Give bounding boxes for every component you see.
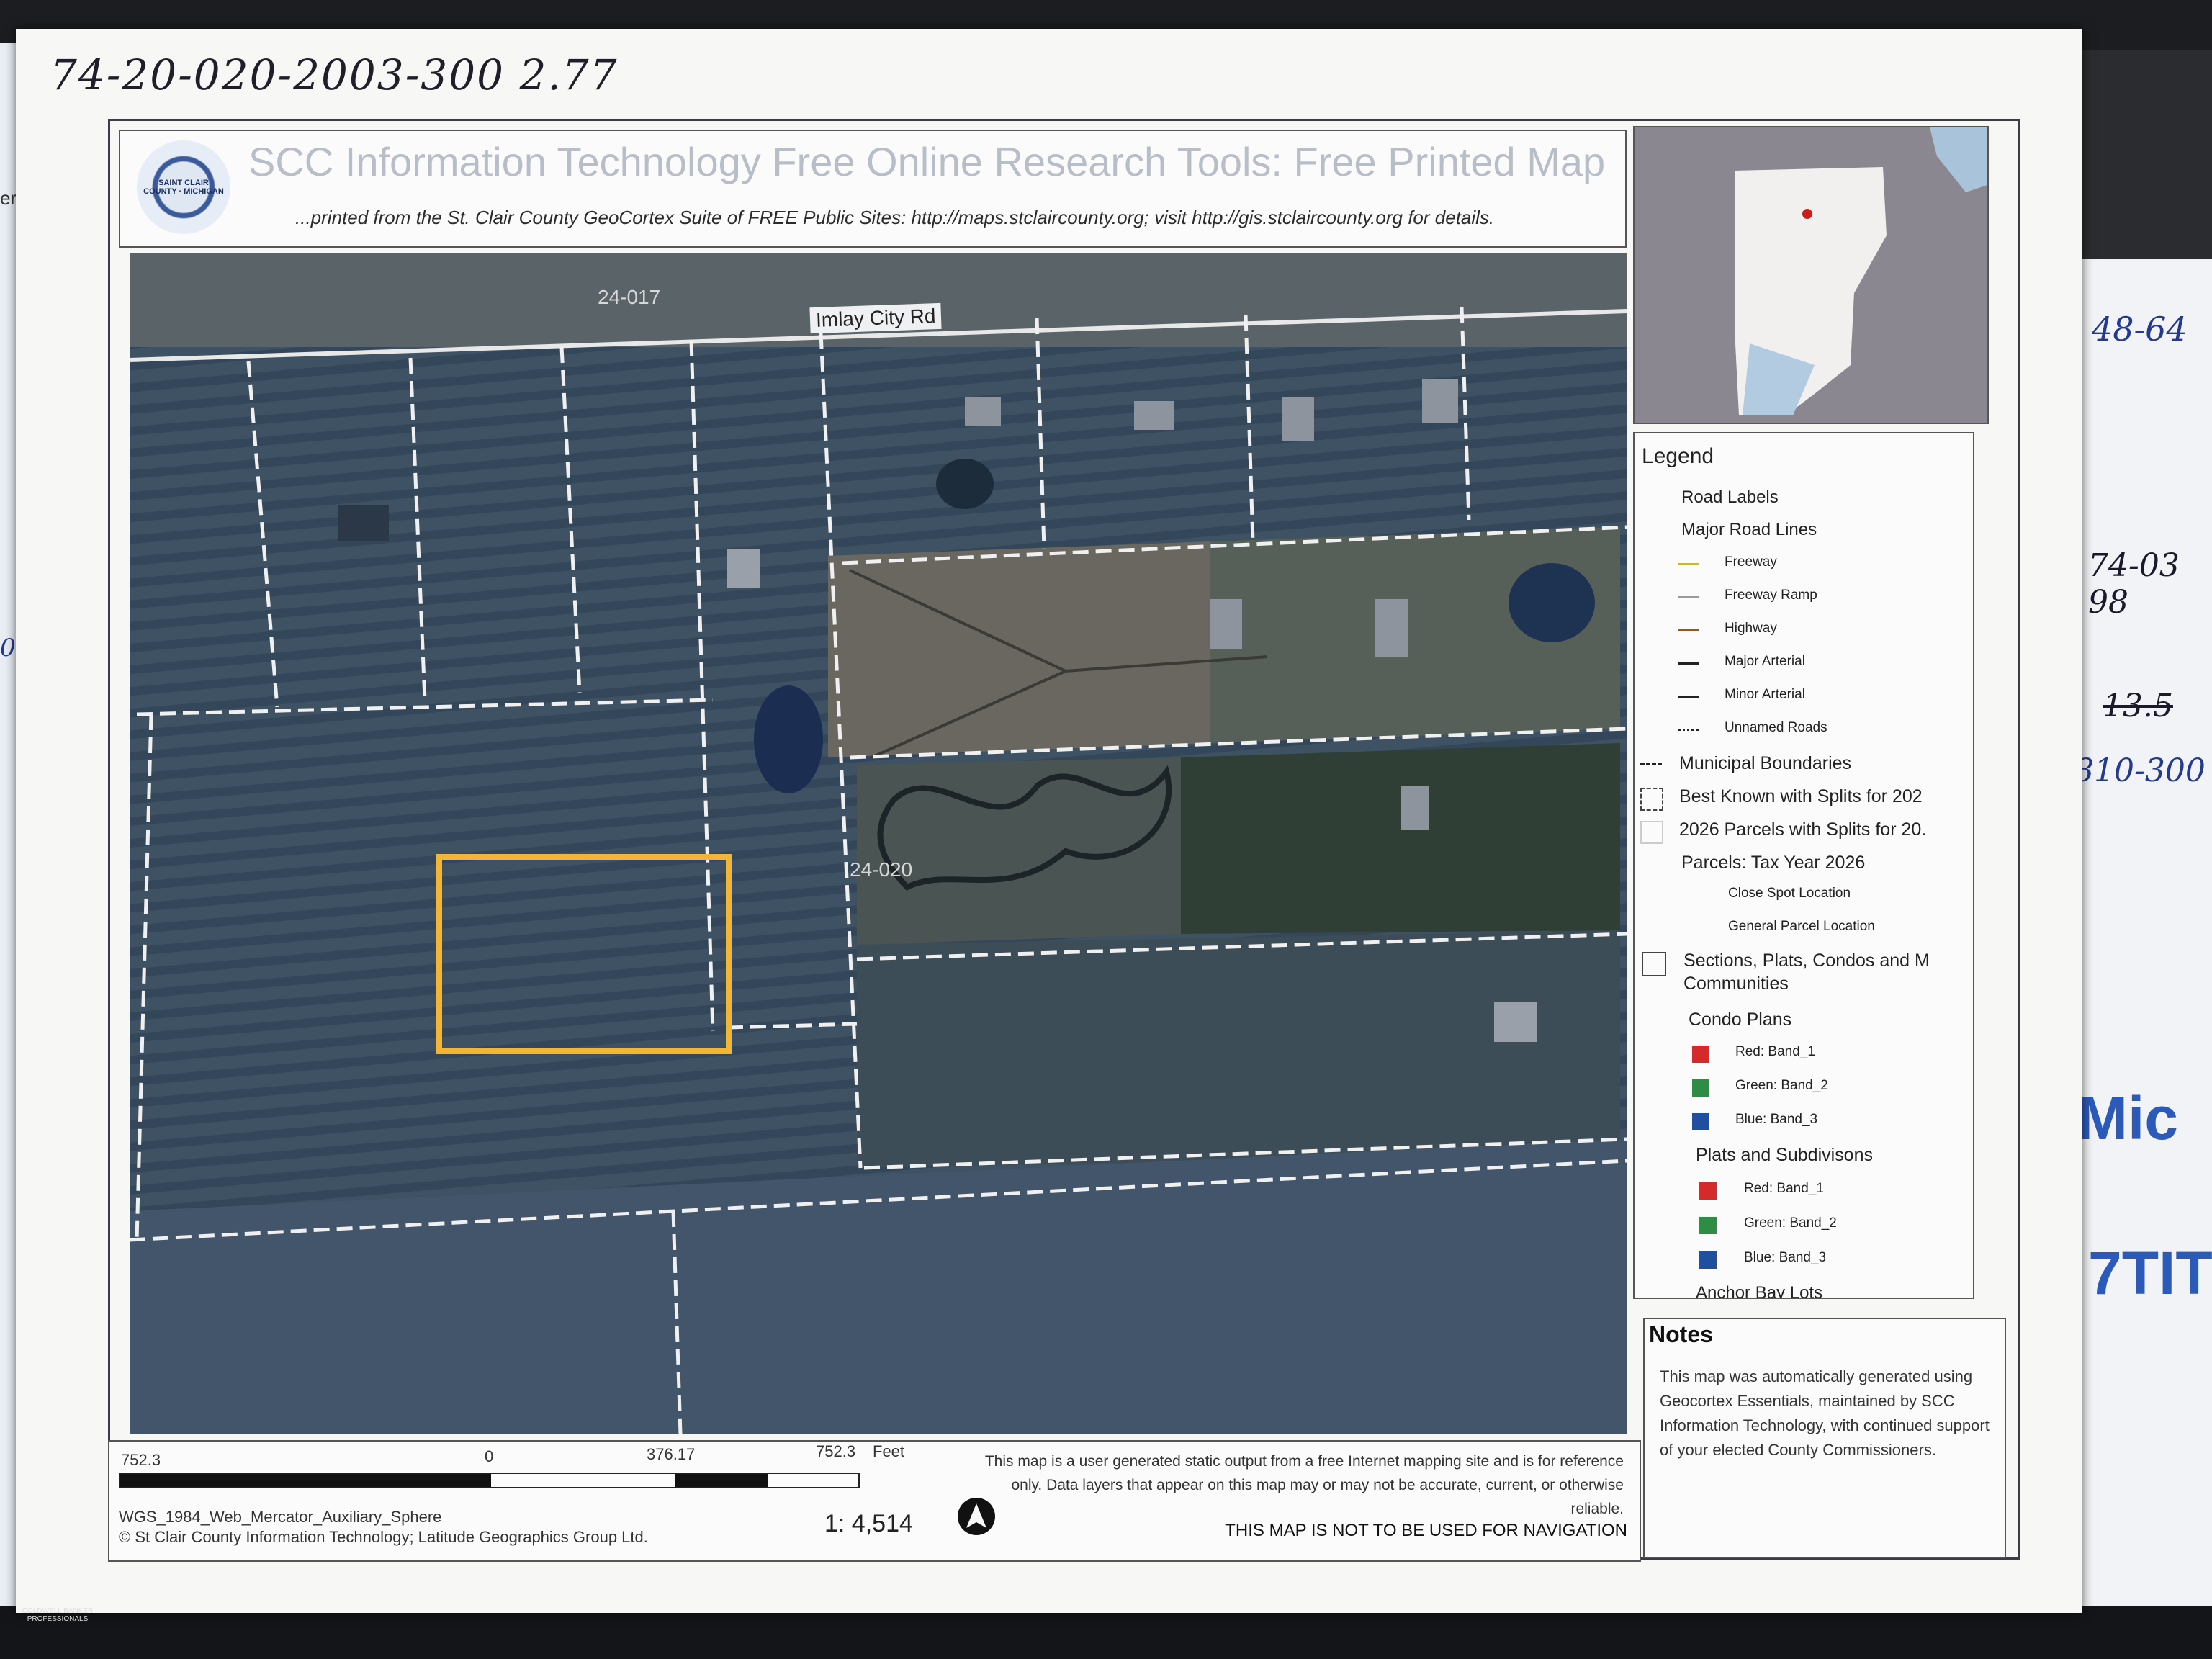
- background-print-title: 7TIT: [2088, 1239, 2212, 1307]
- section-label: 24-020: [850, 858, 913, 881]
- building: [965, 397, 1001, 426]
- building: [1134, 401, 1174, 430]
- scale-label-left: 752.3: [121, 1451, 161, 1469]
- sections-symbol: [1642, 952, 1666, 976]
- legend-item: Road Labels: [1681, 487, 1779, 507]
- legend-item: Red: Band_1: [1744, 1181, 1824, 1196]
- section-label: 24-017: [598, 286, 661, 308]
- east-pond: [1509, 563, 1595, 642]
- map-subtitle: ...printed from the St. Clair County Geo…: [295, 207, 1495, 228]
- legend-item: Blue: Band_3: [1735, 1112, 1818, 1127]
- overview-map-graphic: [1635, 127, 1987, 423]
- navigation-warning: THIS MAP IS NOT TO BE USED FOR NAVIGATIO…: [1225, 1521, 1627, 1540]
- background-note-number: 810-300: [2074, 752, 2206, 789]
- pond: [754, 685, 823, 793]
- aerial-map: Imlay City Rd 24-017 24-020: [130, 253, 1627, 1434]
- red-band-swatch: [1699, 1182, 1717, 1200]
- scale-bar: [119, 1473, 860, 1488]
- legend-item: Parcels: Tax Year 2026: [1681, 853, 1866, 873]
- legend-item: Blue: Band_3: [1744, 1250, 1827, 1265]
- brokerage-watermark: COLDWELL BANKER PROFESSIONALS: [22, 1607, 94, 1623]
- scale-label-mid: 376.17: [647, 1445, 696, 1463]
- background-print-mic: Mic: [2077, 1084, 2179, 1152]
- legend-panel: Legend Road Labels Major Road Lines Free…: [1633, 432, 1974, 1299]
- building: [338, 505, 389, 541]
- green-band-swatch: [1692, 1079, 1709, 1097]
- legend-item: General Parcel Location: [1728, 919, 1875, 934]
- tree-area: [1181, 743, 1620, 934]
- county-seal-text: SAINT CLAIR COUNTY · MICHIGAN: [143, 179, 224, 196]
- building: [1210, 599, 1242, 649]
- background-note-amount: 13.5: [2103, 688, 2173, 724]
- red-band-swatch: [1692, 1046, 1709, 1063]
- legend-item: Red: Band_1: [1735, 1044, 1815, 1059]
- ramp-symbol: [1678, 596, 1699, 598]
- background-right-paper: [2074, 259, 2212, 1659]
- legend-title: Legend: [1642, 444, 1714, 468]
- notes-title: Notes: [1649, 1321, 1713, 1347]
- blue-band-swatch: [1699, 1251, 1717, 1269]
- north-strip: [130, 253, 1627, 347]
- scale-label-right: 752.3: [816, 1442, 856, 1460]
- building: [1494, 1002, 1537, 1042]
- aerial-imagery: [130, 253, 1627, 1434]
- legend-item: Unnamed Roads: [1725, 720, 1827, 735]
- legend-item: 2026 Parcels with Splits for 20.: [1679, 819, 1927, 840]
- freeway-symbol: [1678, 563, 1699, 565]
- legend-item: Major Road Lines: [1681, 520, 1817, 539]
- road-label: Imlay City Rd: [809, 302, 943, 334]
- disclaimer-text: This map is a user generated static outp…: [984, 1453, 1624, 1517]
- scale-ratio: 1: 4,514: [824, 1510, 913, 1537]
- legend-item: Green: Band_2: [1735, 1078, 1828, 1093]
- blue-band-swatch: [1692, 1113, 1709, 1130]
- unnamed-roads-symbol: [1678, 729, 1699, 731]
- copyright-text: © St Clair County Information Technology…: [119, 1528, 648, 1546]
- map-title: SCC Information Technology Free Online R…: [248, 139, 1606, 184]
- scale-unit: Feet: [873, 1442, 905, 1460]
- best-known-parcels-symbol: [1640, 788, 1663, 811]
- green-band-swatch: [1699, 1217, 1717, 1234]
- building: [1282, 397, 1314, 441]
- parcels-2026-symbol: [1640, 821, 1663, 844]
- handwritten-parcel-note: 74-20-020-2003-300 2.77: [50, 50, 619, 99]
- projection-text: WGS_1984_Web_Mercator_Auxiliary_Sphere: [119, 1508, 442, 1526]
- legend-item: Green: Band_2: [1744, 1215, 1837, 1231]
- legend-item: Condo Plans: [1689, 1010, 1792, 1030]
- legend-item: Communities: [1683, 974, 1789, 994]
- legend-item: Highway: [1725, 621, 1777, 636]
- background-bottom: [0, 1606, 2212, 1659]
- major-arterial-symbol: [1678, 662, 1699, 665]
- scale-label-zero: 0: [485, 1447, 494, 1465]
- legend-item: Freeway: [1725, 554, 1777, 570]
- legend-item: Close Spot Location: [1728, 886, 1851, 901]
- legend-item: Plats and Subdivisons: [1696, 1145, 1873, 1165]
- legend-item: Sections, Plats, Condos and M: [1683, 950, 1930, 971]
- notes-body: This map was automatically generated usi…: [1660, 1367, 1990, 1459]
- building: [1422, 379, 1458, 423]
- legend-item: Best Known with Splits for 202: [1679, 786, 1923, 806]
- background-note-parcel: 74-03 98: [2088, 547, 2180, 621]
- building: [1401, 786, 1429, 830]
- legend-item: Minor Arterial: [1725, 687, 1805, 702]
- background-note-phone: 48-64: [2092, 310, 2188, 349]
- location-marker-icon: [1802, 209, 1812, 219]
- legend-item: Major Arterial: [1725, 654, 1805, 669]
- overview-map: [1633, 126, 1989, 424]
- minor-arterial-symbol: [1678, 696, 1699, 698]
- municipal-boundary-symbol: [1640, 763, 1662, 765]
- legend-item: Anchor Bay Lots: [1696, 1283, 1823, 1299]
- south-field: [857, 930, 1620, 1168]
- building: [727, 549, 760, 588]
- highway-symbol: [1678, 629, 1699, 631]
- legend-item: Municipal Boundaries: [1679, 753, 1852, 773]
- legend-item: Freeway Ramp: [1725, 588, 1817, 603]
- north-pond: [936, 459, 994, 509]
- building: [1375, 599, 1408, 657]
